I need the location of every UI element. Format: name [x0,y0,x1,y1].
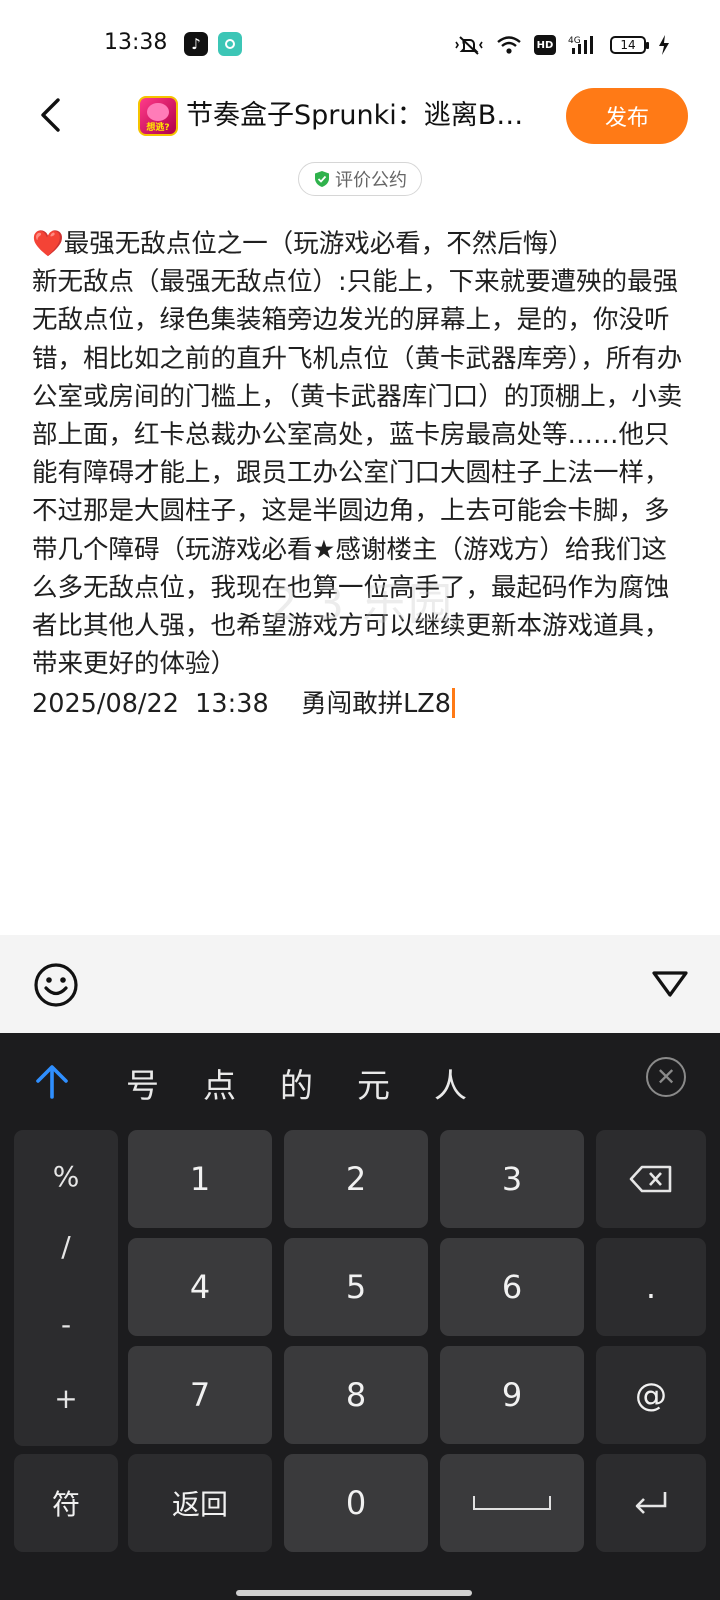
review-signature-line: 2025/08/22 13:38 勇闯敢拼LZ8 [32,685,688,723]
mute-vibrate-icon [454,34,484,56]
symbols-key[interactable]: 符 [14,1454,118,1552]
space-icon [473,1496,551,1510]
charging-icon [658,34,670,56]
triangle-down-icon [652,971,688,997]
review-signature: 2025/08/22 13:38 勇闯敢拼LZ8 [32,689,451,720]
heart-icon: ❤️ [32,229,64,259]
key-at[interactable]: @ [596,1346,706,1444]
arrow-up-icon [36,1065,68,1099]
status-bar: 13:38 ♪ HD 4G 14 [0,0,720,90]
review-text-block: ❤️最强无敌点位之一（玩游戏必看，不然后悔） 新无敌点（最强无敌点位）:只能上，… [32,225,688,683]
status-time: 13:38 [104,30,168,55]
suggestion-word[interactable]: 的 [280,1059,313,1107]
suggestion-word[interactable]: 元 [357,1059,390,1107]
text-cursor [452,688,455,719]
signal-icon: 4G [568,34,598,56]
chevron-left-icon [41,98,60,132]
backspace-icon [629,1165,672,1193]
key-percent[interactable]: % [14,1146,118,1206]
expand-suggestions-button[interactable] [32,1061,72,1101]
key-9[interactable]: 9 [440,1346,584,1444]
header: 想逃? 节奏盒子Sprunki：逃离B… 发布 [0,82,720,152]
key-0[interactable]: 0 [284,1454,428,1552]
suggestion-word[interactable]: 号 [126,1059,159,1107]
page-title: 节奏盒子Sprunki：逃离B… [186,100,524,131]
return-key[interactable]: 返回 [128,1454,272,1552]
back-button[interactable] [28,90,72,140]
home-indicator[interactable] [236,1590,472,1596]
symbol-column: % / - + [14,1130,118,1446]
game-icon-text: 想逃? [146,123,170,133]
space-key[interactable] [440,1454,584,1552]
key-6[interactable]: 6 [440,1238,584,1336]
key-1[interactable]: 1 [128,1130,272,1228]
composer-toolbar [0,935,720,1033]
keyboard: 号 点 的 元 人 ✕ % / - + 1 2 3 4 5 6 . 7 8 9 … [0,1033,720,1600]
collapse-keyboard-button[interactable] [650,969,690,999]
emoji-smile-icon [34,963,78,1007]
battery-icon: 14 [610,36,649,54]
key-7[interactable]: 7 [128,1346,272,1444]
publish-button[interactable]: 发布 [566,88,688,144]
app-icon [218,32,242,56]
rating-rules-button[interactable]: 评价公约 [298,162,422,196]
shield-check-icon [315,171,329,187]
suggestion-word[interactable]: 人 [434,1059,467,1107]
review-text: 最强无敌点位之一（玩游戏必看，不然后悔） 新无敌点（最强无敌点位）:只能上，下来… [32,229,683,680]
enter-icon [635,1492,667,1514]
key-slash[interactable]: / [14,1216,118,1276]
hd-icon: HD [534,35,556,55]
key-2[interactable]: 2 [284,1130,428,1228]
key-4[interactable]: 4 [128,1238,272,1336]
suggestion-list: 号 点 的 元 人 [126,1059,467,1107]
rating-rules-label: 评价公约 [335,170,407,191]
status-icons: HD 4G 14 [454,32,670,58]
key-plus[interactable]: + [14,1368,118,1428]
key-3[interactable]: 3 [440,1130,584,1228]
close-icon: ✕ [655,1063,677,1091]
key-dot[interactable]: . [596,1238,706,1336]
enter-key[interactable] [596,1454,706,1552]
backspace-key[interactable] [596,1130,706,1228]
suggestion-word[interactable]: 点 [203,1059,236,1107]
key-5[interactable]: 5 [284,1238,428,1336]
close-suggestions-button[interactable]: ✕ [646,1057,686,1097]
game-icon: 想逃? [138,96,178,136]
review-input[interactable]: ❤️最强无敌点位之一（玩游戏必看，不然后悔） 新无敌点（最强无敌点位）:只能上，… [32,225,688,724]
tiktok-icon: ♪ [184,32,208,56]
key-8[interactable]: 8 [284,1346,428,1444]
key-minus[interactable]: - [14,1294,118,1354]
emoji-button[interactable] [32,961,80,1009]
wifi-icon [496,34,522,56]
suggestion-bar: 号 点 的 元 人 ✕ [0,1033,720,1123]
